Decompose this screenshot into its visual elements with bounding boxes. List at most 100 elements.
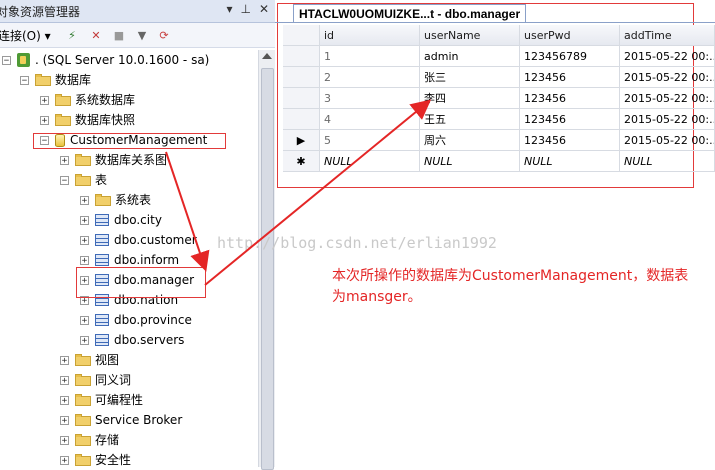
tree-node[interactable]: + dbo.city [80,210,162,230]
expand-icon[interactable]: + [60,155,69,165]
row-selector[interactable] [283,46,320,67]
connect-icon[interactable]: ⚡ [64,27,80,43]
server-icon [17,53,30,67]
pin-icon[interactable]: ⊥ [240,2,250,16]
folder-icon [75,174,91,186]
tree-node-label: 系统表 [115,193,152,207]
expand-icon[interactable]: + [40,115,49,125]
tree-node-label: 同义词 [95,373,132,387]
expand-icon[interactable]: + [80,215,89,225]
row-selector[interactable] [283,88,320,109]
cell-userPwd[interactable]: 123456 [520,130,620,151]
scroll-up-icon[interactable] [262,53,272,59]
tree-node[interactable]: + 数据库快照 [40,110,135,130]
stop-icon[interactable]: ■ [111,27,127,43]
tree-node-label: dbo.province [114,313,192,327]
tree-node[interactable]: + Service Broker [60,410,182,430]
expand-icon[interactable]: + [40,95,49,105]
collapse-icon[interactable]: − [40,135,49,145]
cell-id[interactable]: 1 [320,46,420,67]
document-tab[interactable]: HTACLW0UOMUIZKE...t - dbo.manager [293,4,527,23]
tree-node[interactable]: − . (SQL Server 10.0.1600 - sa) [2,50,209,70]
row-selector[interactable]: ▶ [283,130,320,151]
expand-icon[interactable]: + [60,375,69,385]
tree-scrollbar[interactable] [258,50,275,470]
tree-node[interactable]: + 视图 [60,350,119,370]
tree-node[interactable]: + 存储 [60,430,119,450]
expand-icon[interactable]: + [80,335,89,345]
expand-icon[interactable]: + [60,415,69,425]
cell-userPwd[interactable]: 123456 [520,109,620,130]
tree-node[interactable]: + dbo.manager [80,270,194,290]
row-selector[interactable] [283,109,320,130]
cell-userName[interactable]: NULL [420,151,520,172]
cell-id[interactable]: 2 [320,67,420,88]
tree-node[interactable]: + dbo.customer [80,230,197,250]
table-row[interactable]: 4 王五 123456 2015-05-22 00:... [283,109,715,130]
tree-node[interactable]: − CustomerManagement [40,130,207,150]
expand-icon[interactable]: + [80,195,89,205]
table-row[interactable]: ✱ NULL NULL NULL NULL [283,151,715,172]
tree-node[interactable]: + dbo.nation [80,290,178,310]
expand-icon[interactable]: + [60,395,69,405]
expand-icon[interactable]: + [80,255,89,265]
scroll-thumb[interactable] [261,68,274,470]
collapse-icon[interactable]: − [2,55,11,65]
tree-node[interactable]: + 同义词 [60,370,131,390]
tree-node[interactable]: + 可编程性 [60,390,143,410]
tree-node[interactable]: + dbo.inform [80,250,179,270]
cell-userName[interactable]: admin [420,46,520,67]
object-explorer-toolbar: 连接(O) ▾ ⚡ ✕ ■ ▼ ⟳ [0,23,275,48]
tree-node[interactable]: + dbo.servers [80,330,184,350]
cell-id[interactable]: 5 [320,130,420,151]
cell-id[interactable]: NULL [320,151,420,172]
tree-node[interactable]: − 数据库 [20,70,91,90]
tree-node[interactable]: + 数据库关系图 [60,150,167,170]
row-selector[interactable] [283,67,320,88]
cell-userPwd[interactable]: NULL [520,151,620,172]
expand-icon[interactable]: + [80,295,89,305]
dropdown-icon[interactable]: ▾ [226,2,232,16]
expand-icon[interactable]: + [60,435,69,445]
table-icon [95,274,109,286]
cell-userPwd[interactable]: 123456 [520,67,620,88]
refresh-icon[interactable]: ⟳ [156,27,172,43]
cell-addTime[interactable]: 2015-05-22 00:... [620,88,715,109]
expand-icon[interactable]: + [80,315,89,325]
expand-icon[interactable]: + [80,275,89,285]
cell-userPwd[interactable]: 123456789 [520,46,620,67]
watermark: http://blog.csdn.net/erlian1992 [217,234,497,252]
connect-button[interactable]: 连接(O) ▾ [0,27,51,44]
expand-icon[interactable]: + [60,455,69,465]
cell-userName[interactable]: 李四 [420,88,520,109]
disconnect-icon[interactable]: ✕ [88,27,104,43]
collapse-icon[interactable]: − [20,75,29,85]
cell-userName[interactable]: 王五 [420,109,520,130]
close-icon[interactable]: ✕ [259,2,269,16]
table-row[interactable]: 2 张三 123456 2015-05-22 00:... [283,67,715,88]
cell-addTime[interactable]: NULL [620,151,715,172]
cell-addTime[interactable]: 2015-05-22 00:... [620,109,715,130]
cell-userName[interactable]: 张三 [420,67,520,88]
tree-node[interactable]: + 系统数据库 [40,90,135,110]
cell-userName[interactable]: 周六 [420,130,520,151]
cell-id[interactable]: 3 [320,88,420,109]
cell-addTime[interactable]: 2015-05-22 00:... [620,130,715,151]
tree-node-label: 视图 [95,353,120,367]
cell-addTime[interactable]: 2015-05-22 00:... [620,67,715,88]
expand-icon[interactable]: + [60,355,69,365]
collapse-icon[interactable]: − [60,175,69,185]
filter-icon[interactable]: ▼ [134,27,150,43]
tree-node[interactable]: + 系统表 [80,190,151,210]
cell-addTime[interactable]: 2015-05-22 00:... [620,46,715,67]
table-row[interactable]: 3 李四 123456 2015-05-22 00:... [283,88,715,109]
expand-icon[interactable]: + [80,235,89,245]
cell-id[interactable]: 4 [320,109,420,130]
tree-node[interactable]: − 表 [60,170,107,190]
table-row[interactable]: 1 admin 123456789 2015-05-22 00:... [283,46,715,67]
tree-node[interactable]: + 安全性 [60,450,131,470]
tree-node[interactable]: + dbo.province [80,310,192,330]
row-selector[interactable]: ✱ [283,151,320,172]
table-row[interactable]: ▶ 5 周六 123456 2015-05-22 00:... [283,130,715,151]
cell-userPwd[interactable]: 123456 [520,88,620,109]
